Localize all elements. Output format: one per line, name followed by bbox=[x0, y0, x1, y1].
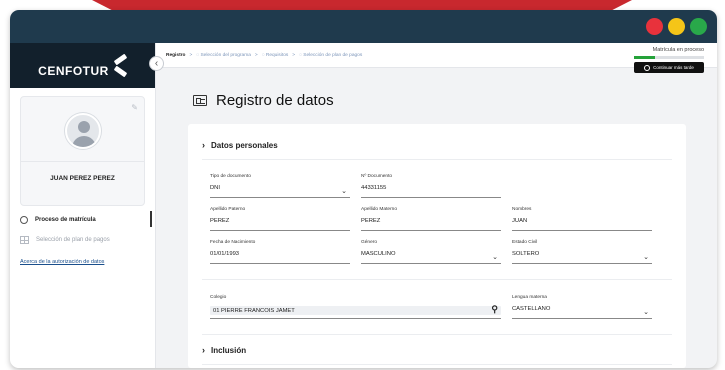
sidebar: CENFOTUR ✎ JUAN PEREZ PEREZ Proceso de m… bbox=[10, 43, 156, 368]
breadcrumb-separator: > bbox=[189, 53, 193, 58]
app-window: CENFOTUR ✎ JUAN PEREZ PEREZ Proceso de m… bbox=[10, 10, 717, 368]
profile-card: ✎ JUAN PEREZ PEREZ bbox=[20, 96, 145, 206]
maximize-window-dot[interactable] bbox=[690, 18, 707, 35]
progress-fill bbox=[634, 56, 655, 59]
breadcrumb-label: Selección del programa bbox=[200, 53, 251, 58]
breadcrumb-label: Selección de plan de pagos bbox=[303, 53, 363, 58]
section-divider bbox=[202, 334, 672, 335]
id-card-icon bbox=[193, 95, 207, 106]
field-label: Nombres bbox=[512, 207, 532, 212]
section-title: Inclusión bbox=[211, 345, 247, 355]
breadcrumb-step-registro[interactable]: Registro bbox=[166, 53, 185, 58]
breadcrumb-label: Requisitos bbox=[265, 53, 289, 58]
sidebar-item-payment-plan[interactable]: Selección de plan de pagos bbox=[20, 236, 110, 244]
minimize-window-dot[interactable] bbox=[668, 18, 685, 35]
field-value: PEREZ bbox=[210, 218, 230, 224]
top-bar: Registro > ◌ Selección del programa > ◌ … bbox=[156, 43, 717, 73]
search-icon[interactable]: ⚲ bbox=[491, 304, 498, 315]
circle-icon bbox=[20, 216, 28, 224]
page-title: Registro de datos bbox=[193, 92, 334, 109]
chevron-right-icon: › bbox=[202, 140, 205, 150]
collapse-sidebar-button[interactable]: ‹ bbox=[149, 56, 164, 71]
brand-logo: CENFOTUR bbox=[10, 43, 155, 88]
birth-date-input[interactable]: Fecha de Nacimiento 01/01/1993 bbox=[210, 240, 350, 264]
field-label: Lengua materna bbox=[512, 295, 547, 300]
profile-name: JUAN PEREZ PEREZ bbox=[50, 175, 115, 182]
field-value: 44331155 bbox=[361, 185, 387, 191]
section-title: Datos personales bbox=[211, 140, 278, 150]
breadcrumb: Registro > ◌ Selección del programa > ◌ … bbox=[166, 53, 362, 58]
breadcrumb-separator: > bbox=[292, 53, 296, 58]
close-window-dot[interactable] bbox=[646, 18, 663, 35]
section-personal-toggle[interactable]: › Datos personales bbox=[202, 140, 278, 150]
field-label: Género bbox=[361, 240, 377, 245]
field-value: 01/01/1993 bbox=[210, 251, 240, 257]
continue-later-button[interactable]: Continuar más tarde bbox=[634, 62, 704, 73]
field-label: Apellido Paterno bbox=[210, 207, 246, 212]
chevron-down-icon: ⌄ bbox=[341, 188, 347, 195]
profile-divider bbox=[21, 161, 144, 162]
chevron-down-icon: ⌄ bbox=[643, 254, 649, 261]
chevron-down-icon: ⌄ bbox=[643, 309, 649, 316]
chevron-right-icon: › bbox=[202, 345, 205, 355]
field-label: Tipo de documento bbox=[210, 174, 251, 179]
brand-name: CENFOTUR bbox=[38, 63, 109, 78]
breadcrumb-step-plan[interactable]: ◌ Selección de plan de pagos bbox=[299, 53, 362, 58]
field-value: PEREZ bbox=[361, 218, 381, 224]
clock-icon bbox=[644, 64, 651, 71]
sidebar-item-label: Selección de plan de pagos bbox=[36, 237, 110, 243]
privacy-link[interactable]: Acerca de la autorización de datos bbox=[20, 259, 104, 265]
paternal-surname-input[interactable]: Apellido Paterno PEREZ bbox=[210, 207, 350, 231]
section-divider bbox=[202, 279, 672, 280]
continue-later-label: Continuar más tarde bbox=[653, 65, 694, 70]
chevron-down-icon: ⌄ bbox=[492, 254, 498, 261]
field-value: CASTELLANO bbox=[512, 306, 551, 312]
window-controls bbox=[646, 18, 707, 35]
main-content: Registro > ◌ Selección del programa > ◌ … bbox=[156, 43, 717, 368]
progress-label: Matrícula en proceso bbox=[652, 47, 704, 53]
field-label: Fecha de Nacimiento bbox=[210, 240, 256, 245]
school-search-input[interactable]: Colegio 01 PIERRE FRANCOIS JAMET ⚲ bbox=[210, 295, 501, 319]
field-label: Colegio bbox=[210, 295, 227, 300]
gender-select[interactable]: Género MASCULINO ⌄ bbox=[361, 240, 501, 264]
names-input[interactable]: Nombres JUAN bbox=[512, 207, 652, 231]
edit-profile-icon[interactable]: ✎ bbox=[131, 103, 138, 112]
field-label: Estado Civil bbox=[512, 240, 538, 245]
sidebar-item-enrollment[interactable]: Proceso de matrícula bbox=[20, 216, 96, 224]
civil-status-select[interactable]: Estado Civil SOLTERO ⌄ bbox=[512, 240, 652, 264]
field-value: SOLTERO bbox=[512, 251, 540, 257]
breadcrumb-step-programa[interactable]: ◌ Selección del programa bbox=[196, 53, 251, 58]
doc-type-select[interactable]: Tipo de documento DNI ⌄ bbox=[210, 174, 350, 198]
progress-bar bbox=[634, 56, 704, 59]
doc-number-input[interactable]: Nº Documento 44331155 bbox=[361, 174, 501, 198]
breadcrumb-separator: > bbox=[254, 53, 258, 58]
breadcrumb-step-requisitos[interactable]: ◌ Requisitos bbox=[262, 53, 289, 58]
window-titlebar bbox=[10, 10, 717, 43]
mother-tongue-select[interactable]: Lengua materna CASTELLANO ⌄ bbox=[512, 295, 652, 319]
maternal-surname-input[interactable]: Apellido Materno PEREZ bbox=[361, 207, 501, 231]
field-value: 01 PIERRE FRANCOIS JAMET bbox=[210, 306, 501, 315]
section-divider bbox=[202, 364, 672, 365]
field-value: JUAN bbox=[512, 218, 528, 224]
field-value: MASCULINO bbox=[361, 251, 396, 257]
field-label: Apellido Materno bbox=[361, 207, 397, 212]
active-indicator bbox=[150, 211, 152, 227]
section-inclusion-toggle[interactable]: › Inclusión bbox=[202, 345, 246, 355]
page-title-text: Registro de datos bbox=[216, 92, 334, 109]
grid-icon bbox=[20, 236, 29, 244]
field-value: DNI bbox=[210, 185, 220, 191]
avatar bbox=[64, 113, 101, 149]
chevron-left-icon: ‹ bbox=[154, 58, 159, 69]
brand-mark-icon bbox=[113, 53, 128, 77]
field-label: Nº Documento bbox=[361, 174, 393, 179]
section-divider bbox=[202, 159, 672, 160]
form-card: › Datos personales Tipo de documento DNI… bbox=[188, 124, 686, 368]
sidebar-item-label: Proceso de matrícula bbox=[35, 217, 96, 223]
